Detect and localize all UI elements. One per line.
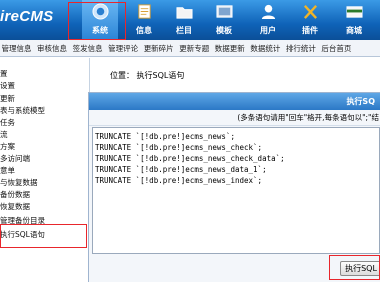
nav-label: 商城: [346, 26, 362, 35]
sql-line: TRUNCATE `[!db.pre!]ecms_news_data_1`;: [95, 165, 267, 174]
subnav-ranking-stats[interactable]: 排行统计: [284, 40, 317, 56]
sidebar-item[interactable]: 方案: [0, 141, 15, 152]
nav-template[interactable]: 模板: [206, 0, 242, 40]
nav-label: 栏目: [176, 26, 192, 35]
breadcrumb: 位置： 执行SQL语句: [110, 70, 184, 81]
highlight-box: [68, 2, 126, 40]
sidebar-item[interactable]: 任务: [0, 117, 15, 128]
breadcrumb-label: 位置：: [110, 71, 134, 80]
nav-plugin[interactable]: 插件: [292, 0, 328, 40]
logo: ireCMS: [0, 8, 54, 25]
sidebar-item[interactable]: 恢复数据: [0, 201, 30, 212]
sql-line: TRUNCATE `[!db.pre!]ecms_news`;: [95, 132, 235, 141]
nav-label: 插件: [302, 26, 318, 35]
subnav-manage-comments[interactable]: 管理评论: [107, 40, 140, 56]
sql-textarea[interactable]: TRUNCATE `[!db.pre!]ecms_news`; TRUNCATE…: [92, 127, 380, 254]
nav-label: 模板: [216, 26, 232, 35]
sidebar-item[interactable]: 多访问端: [0, 153, 30, 164]
sql-line: TRUNCATE `[!db.pre!]ecms_news_check_data…: [95, 154, 285, 163]
sql-line: TRUNCATE `[!db.pre!]ecms_news_check`;: [95, 143, 263, 152]
subnav-update-topics[interactable]: 更新专题: [178, 40, 211, 56]
highlight-box: [329, 255, 380, 280]
subnav-admin-home[interactable]: 后台首页: [320, 40, 353, 56]
sidebar-item[interactable]: 表与系统模型: [0, 105, 45, 116]
sidebar-item[interactable]: 与恢复数据: [0, 177, 38, 188]
sidebar-item[interactable]: 流: [0, 129, 8, 140]
nav-label: 用户: [260, 26, 276, 35]
subnav-data-stats[interactable]: 数据统计: [249, 40, 282, 56]
nav-info[interactable]: 信息: [126, 0, 162, 40]
subnav-sign-info[interactable]: 签发信息: [71, 40, 104, 56]
shop-icon: [346, 6, 363, 18]
panel-note: (多条语句请用"回车"格开,每条语句以";"结: [89, 110, 380, 126]
subnav-update-fragments[interactable]: 更新碎片: [142, 40, 175, 56]
sidebar: 置 设置 更新 表与系统模型 任务 流 方案 多访问端 意单 与恢复数据 备份数…: [0, 58, 90, 282]
nav-column[interactable]: 栏目: [166, 0, 202, 40]
sql-line: TRUNCATE `[!db.pre!]ecms_news_index`;: [95, 176, 263, 185]
sidebar-item[interactable]: 备份数据: [0, 189, 30, 200]
nav-label: 信息: [136, 26, 152, 35]
sidebar-item[interactable]: 设置: [0, 80, 15, 91]
nav-shop[interactable]: 商城: [336, 0, 372, 40]
info-icon: [138, 4, 151, 19]
panel-header: 执行SQ: [89, 93, 380, 110]
plugin-icon: [303, 5, 318, 19]
column-icon: [176, 7, 193, 19]
sidebar-item[interactable]: 更新: [0, 93, 15, 104]
breadcrumb-link[interactable]: 执行SQL语句: [137, 71, 185, 80]
sidebar-item[interactable]: 意单: [0, 165, 15, 176]
highlight-box: [0, 224, 87, 248]
template-icon: [216, 5, 233, 18]
subnav-review-info[interactable]: 审核信息: [36, 40, 69, 56]
subnav-data-update[interactable]: 数据更新: [213, 40, 246, 56]
top-header: ireCMS 系统 信息 栏目 模板 用户 插件 商城: [0, 0, 380, 40]
sub-nav: 管理信息 审核信息 签发信息 管理评论 更新碎片 更新专题 数据更新 数据统计 …: [0, 40, 380, 57]
nav-user[interactable]: 用户: [250, 0, 286, 40]
panel-title: 执行SQ: [346, 97, 375, 106]
subnav-manage-info[interactable]: 管理信息: [0, 40, 33, 56]
sidebar-item[interactable]: 置: [0, 68, 8, 79]
user-icon: [261, 4, 276, 20]
